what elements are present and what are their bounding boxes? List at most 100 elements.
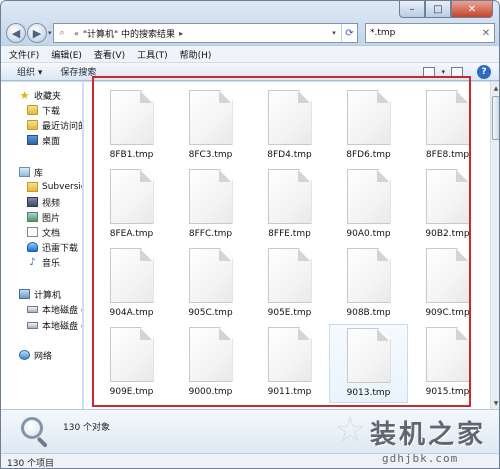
scroll-down-arrow[interactable]: ▼ [491, 397, 499, 409]
nav-favorites-label: 收藏夹 [34, 91, 62, 102]
file-icon [425, 327, 470, 382]
file-icon [346, 169, 391, 224]
refresh-icon[interactable]: ⟳ [341, 24, 357, 42]
menu-file[interactable]: 文件(F) [9, 48, 39, 61]
menu-help[interactable]: 帮助(H) [180, 48, 212, 61]
file-item[interactable]: 8FE8.tmp [408, 87, 487, 166]
nav-downloads-label: 下载 [42, 106, 61, 117]
maximize-button[interactable]: □ [425, 1, 451, 18]
nav-subversion[interactable]: Subversion [27, 180, 82, 194]
nav-drive-d[interactable]: 本地磁盘 (D [27, 318, 82, 332]
nav-recent[interactable]: 最近访问的 [27, 118, 83, 132]
nav-music[interactable]: ♪ 音乐 [27, 255, 60, 269]
file-item[interactable]: 908B.tmp [329, 245, 408, 324]
search-input[interactable]: *.tmp [370, 28, 478, 38]
file-icon [109, 90, 154, 145]
nav-computer-label: 计算机 [34, 290, 62, 301]
pictures-icon [27, 212, 38, 222]
menu-tools[interactable]: 工具(T) [137, 48, 168, 61]
address-dropdown[interactable]: ▾ [328, 24, 340, 42]
clear-search-icon[interactable]: ✕ [478, 28, 494, 39]
nav-computer[interactable]: 计算机 [19, 287, 61, 301]
nav-network[interactable]: 网络 [19, 348, 52, 362]
file-icon [109, 327, 154, 382]
status-bar: 130 个项目 [1, 453, 499, 468]
address-bar[interactable]: ⌕ « "计算机" 中的搜索结果 ▸ ▾ ⟳ [53, 23, 358, 43]
forward-button[interactable]: ▶ [27, 23, 47, 43]
view-options-icon[interactable] [423, 67, 436, 77]
nav-pictures[interactable]: 图片 [27, 210, 60, 224]
menu-bar: 文件(F) 编辑(E) 查看(V) 工具(T) 帮助(H) [1, 45, 499, 62]
nav-videos[interactable]: 视频 [27, 195, 60, 209]
view-options-dropdown[interactable]: ▾ [441, 68, 445, 76]
nav-libraries[interactable]: 库 [19, 165, 43, 179]
documents-icon [27, 227, 38, 237]
nav-thunder-label: 迅雷下载 [42, 243, 79, 254]
file-name: 9000.tmp [188, 387, 233, 397]
file-item[interactable]: 9013.tmp [329, 324, 408, 403]
file-icon [425, 248, 470, 303]
file-item[interactable]: 9015.tmp [408, 324, 487, 403]
file-item[interactable]: 90A0.tmp [329, 166, 408, 245]
file-item[interactable]: 8FB1.tmp [92, 87, 171, 166]
scroll-thumb[interactable] [492, 96, 499, 140]
menu-view[interactable]: 查看(V) [94, 48, 125, 61]
help-icon[interactable]: ? [477, 65, 491, 79]
navigation-pane: ★ 收藏夹 下载 最近访问的 桌面 库 Subversion 视频 [1, 82, 83, 409]
file-item[interactable]: 9000.tmp [171, 324, 250, 403]
file-icon [425, 90, 470, 145]
nav-recent-label: 最近访问的 [42, 121, 83, 132]
nav-thunder[interactable]: 迅雷下载 [27, 240, 78, 254]
explorer-window: – □ ✕ ◀ ▶ ▾ ⌕ « "计算机" 中的搜索结果 ▸ ▾ ⟳ *.tmp… [0, 0, 500, 469]
file-item[interactable]: 9011.tmp [250, 324, 329, 403]
file-name: 9011.tmp [267, 387, 312, 397]
file-item[interactable]: 8FC3.tmp [171, 87, 250, 166]
breadcrumb-overflow[interactable]: « [70, 29, 83, 38]
file-icon [425, 169, 470, 224]
file-item[interactable]: 909C.tmp [408, 245, 487, 324]
nav-desktop[interactable]: 桌面 [27, 133, 60, 147]
file-item[interactable]: 8FFC.tmp [171, 166, 250, 245]
file-item[interactable]: 909E.tmp [92, 324, 171, 403]
preview-pane-icon[interactable] [451, 67, 463, 77]
file-icon [267, 169, 312, 224]
file-name: 8FFC.tmp [188, 229, 233, 239]
file-item[interactable]: 905C.tmp [171, 245, 250, 324]
file-name: 8FEA.tmp [109, 229, 154, 239]
file-item[interactable]: 905E.tmp [250, 245, 329, 324]
subversion-icon [27, 182, 38, 192]
nav-subversion-label: Subversion [42, 182, 82, 192]
file-item[interactable]: 8FEA.tmp [92, 166, 171, 245]
close-button[interactable]: ✕ [451, 1, 493, 18]
file-name: 90B2.tmp [425, 229, 470, 239]
hard-drive-icon [27, 321, 38, 329]
file-icon [346, 248, 391, 303]
breadcrumb-arrow[interactable]: ▸ [175, 29, 187, 38]
command-bar-right: ▾ ? [417, 63, 499, 81]
file-item[interactable]: 8FD6.tmp [329, 87, 408, 166]
scroll-up-arrow[interactable]: ▲ [491, 82, 499, 94]
file-name: 9015.tmp [425, 387, 470, 397]
file-name: 8FD6.tmp [346, 150, 391, 160]
computer-icon [19, 289, 30, 299]
nav-favorites[interactable]: ★ 收藏夹 [19, 88, 61, 102]
file-item[interactable]: 90B2.tmp [408, 166, 487, 245]
search-box[interactable]: *.tmp ✕ [365, 23, 495, 43]
magnifier-icon [19, 415, 51, 448]
nav-drive-c[interactable]: 本地磁盘 (C [27, 302, 82, 316]
organize-button[interactable]: 组织 ▾ [17, 65, 42, 78]
nav-documents[interactable]: 文档 [27, 225, 60, 239]
nav-drive-d-label: 本地磁盘 (D [42, 321, 82, 332]
file-name: 9013.tmp [346, 388, 391, 398]
save-search-button[interactable]: 保存搜索 [60, 65, 96, 78]
file-item[interactable]: 8FD4.tmp [250, 87, 329, 166]
nav-downloads[interactable]: 下载 [27, 103, 60, 117]
minimize-button[interactable]: – [399, 1, 425, 18]
breadcrumb-location[interactable]: "计算机" 中的搜索结果 [83, 27, 175, 40]
vertical-scrollbar[interactable]: ▲ ▼ [490, 82, 499, 409]
back-button[interactable]: ◀ [6, 23, 26, 43]
file-name: 90A0.tmp [346, 229, 391, 239]
file-item[interactable]: 904A.tmp [92, 245, 171, 324]
menu-edit[interactable]: 编辑(E) [51, 48, 82, 61]
file-item[interactable]: 8FFE.tmp [250, 166, 329, 245]
